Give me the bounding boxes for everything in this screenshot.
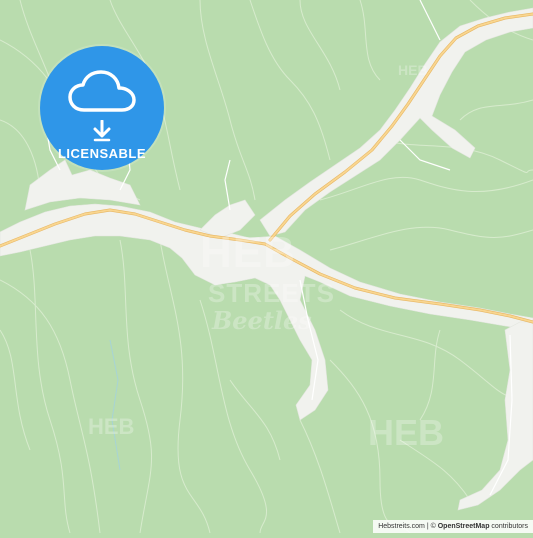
contributors-text: contributors <box>491 523 528 530</box>
licensable-badge[interactable]: LICENSABLE <box>40 46 164 170</box>
cloud-icon <box>68 70 136 114</box>
licensable-label: LICENSABLE <box>40 146 164 161</box>
site-link[interactable]: Hebstreits.com <box>378 523 425 530</box>
copyright-symbol: © <box>431 523 436 530</box>
map-attribution: Hebstreits.com | © OpenStreetMap contrib… <box>373 520 533 533</box>
download-arrow-icon <box>92 120 112 142</box>
attribution-separator: | <box>427 523 429 530</box>
openstreetmap-link[interactable]: OpenStreetMap <box>438 523 490 530</box>
